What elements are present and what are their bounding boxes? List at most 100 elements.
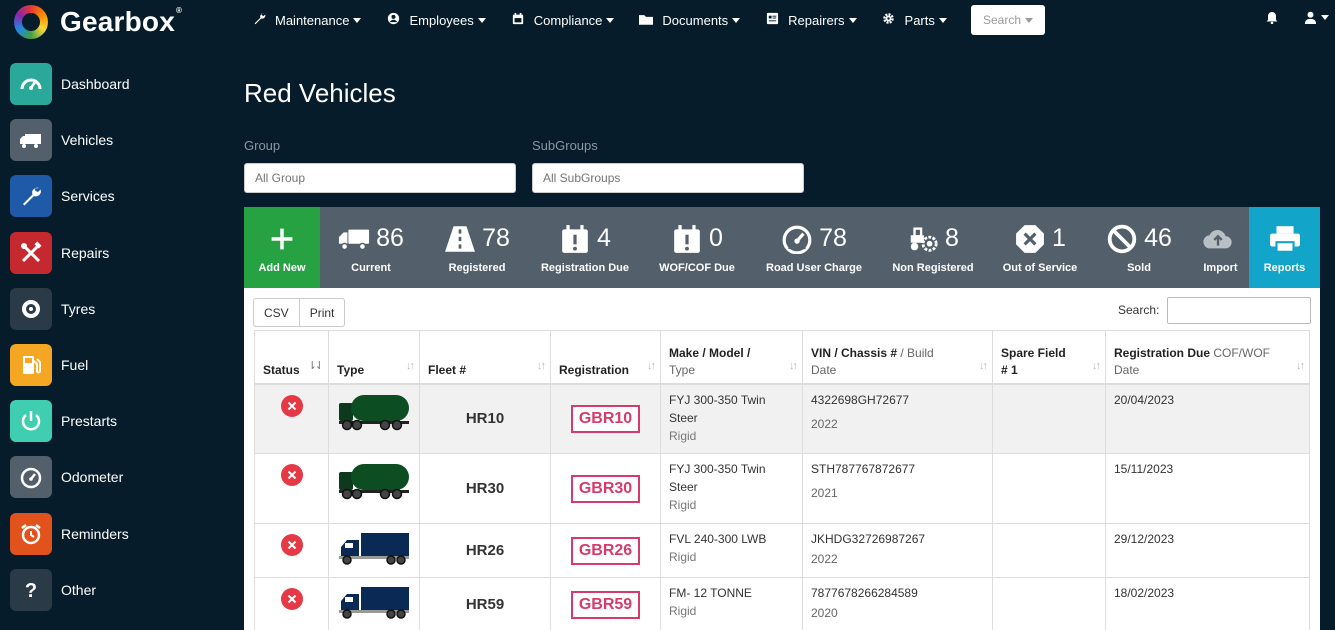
col-spare-field[interactable]: Spare Field # 1 ↓↑ [992, 330, 1106, 385]
wrench-icon [252, 12, 266, 28]
table-row[interactable]: HR30 GBR30 FYJ 300-350 Twin Steer Rigid S… [254, 453, 1310, 524]
road-icon [445, 225, 476, 252]
sidebar-item-vehicles[interactable]: Vehicles [10, 112, 210, 168]
wrench-icon [10, 175, 52, 218]
nav-employees[interactable]: Employees [386, 12, 486, 28]
stat-registered[interactable]: 78 Registered [422, 207, 532, 288]
sidebar-item-fuel[interactable]: Fuel [10, 337, 210, 393]
stat-non-registered[interactable]: 8 Non Registered [872, 207, 994, 288]
table-search-input[interactable] [1167, 297, 1311, 324]
chevron-down-icon [848, 17, 857, 23]
registration-plate[interactable]: GBR10 [570, 404, 641, 433]
box-truck-icon [339, 587, 409, 619]
nav-maintenance[interactable]: Maintenance [252, 12, 362, 28]
tractor-icon [910, 226, 938, 252]
out-of-service-status-icon [280, 588, 303, 610]
chevron-down-icon [477, 17, 486, 23]
sidebar-item-prestarts[interactable]: Prestarts [10, 393, 210, 449]
gauge-icon [10, 456, 52, 499]
out-of-service-status-icon [280, 534, 303, 556]
sort-icon: ↓↑ [1092, 359, 1101, 372]
reports-button[interactable]: Reports [1249, 207, 1320, 288]
power-icon [10, 400, 52, 443]
table-row[interactable]: HR59 GBR59 FM- 12 TONNE Rigid 78776782662… [254, 577, 1310, 630]
fuel-pump-icon [10, 344, 52, 387]
user-circle-icon [386, 12, 400, 28]
sort-icon: ↓↑ [1296, 359, 1305, 372]
col-make-model[interactable]: Make / Model / Type ↓↑ [660, 330, 803, 385]
fleet-number: HR26 [419, 523, 551, 578]
nav-compliance[interactable]: Compliance [511, 12, 615, 28]
sidebar-item-repairs[interactable]: Repairs [10, 225, 210, 281]
table-header-row: Status ⇂⇃ Type ↓↑ Fleet # ↓↑ Registration ↓↑… [254, 330, 1310, 385]
calendar-alert-icon [562, 224, 588, 253]
stat-wof-cof-due[interactable]: 0 WOF/COF Due [638, 207, 756, 288]
group-select[interactable] [244, 163, 516, 193]
fleet-number: HR59 [419, 577, 551, 630]
main-nav: Maintenance Employees Compliance Documen… [252, 0, 972, 40]
ban-icon [1107, 224, 1137, 253]
stat-sold[interactable]: 46 Sold [1086, 207, 1192, 288]
question-icon: ? [10, 568, 52, 611]
col-status[interactable]: Status ⇂⇃ [254, 330, 329, 385]
fleet-number: HR30 [419, 453, 551, 524]
subgroups-select[interactable] [532, 163, 804, 193]
printer-icon [1269, 225, 1300, 253]
add-new-button[interactable]: Add New [244, 207, 320, 288]
page-title: Red Vehicles [244, 78, 396, 108]
app-name: Gearbox [60, 6, 175, 37]
table-row[interactable]: HR26 GBR26 FVL 240-300 LWB Rigid JKHDG327… [254, 523, 1310, 578]
truck-icon [10, 119, 52, 162]
sidebar-item-odometer[interactable]: Odometer [10, 449, 210, 505]
stat-registration-due[interactable]: 4 Registration Due [532, 207, 638, 288]
nav-documents[interactable]: Documents [639, 13, 741, 28]
sort-icon: ↓↑ [537, 359, 546, 372]
col-registration[interactable]: Registration ↓↑ [550, 330, 661, 385]
svg-text:?: ? [25, 580, 37, 602]
calendar-icon [511, 12, 525, 28]
stat-current[interactable]: 86 Current [320, 207, 422, 288]
bell-icon[interactable] [1266, 11, 1280, 25]
print-button[interactable]: Print [299, 298, 346, 327]
sidebar-item-tyres[interactable]: Tyres [10, 281, 210, 337]
col-vin[interactable]: VIN / Chassis # / Build Date ↓↑ [802, 330, 993, 385]
nav-repairers[interactable]: Repairers [765, 12, 857, 28]
plus-icon [271, 228, 293, 249]
sidebar-item-other[interactable]: ? Other [10, 562, 210, 618]
table-row[interactable]: HR10 GBR10 FYJ 300-350 Twin Steer Rigid 4… [254, 383, 1310, 454]
stat-road-user-charge[interactable]: 78 Road User Charge [756, 207, 872, 288]
sidebar-item-services[interactable]: Services [10, 168, 210, 224]
registration-plate[interactable]: GBR59 [570, 590, 641, 619]
sort-icon: ↓↑ [406, 359, 415, 372]
app-logo[interactable]: Gearbox® [14, 5, 182, 39]
csv-button[interactable]: CSV [253, 298, 300, 327]
registration-plate[interactable]: GBR30 [570, 474, 641, 503]
stat-out-of-service[interactable]: 1 Out of Service [994, 207, 1086, 288]
chevron-down-icon [1321, 15, 1329, 20]
col-type[interactable]: Type ↓↑ [328, 330, 420, 385]
truck-icon [339, 229, 370, 250]
folder-icon [639, 13, 654, 28]
col-fleet[interactable]: Fleet # ↓↑ [419, 330, 551, 385]
stat-import[interactable]: Import [1192, 207, 1249, 288]
global-search-dropdown[interactable]: Search [971, 5, 1045, 35]
user-menu[interactable] [1304, 11, 1329, 24]
sort-icon: ↓↑ [647, 359, 656, 372]
registration-plate[interactable]: GBR26 [570, 536, 641, 565]
sort-desc-icon: ⇂⇃ [307, 359, 325, 372]
vehicles-table: Status ⇂⇃ Type ↓↑ Fleet # ↓↑ Registration ↓↑… [254, 330, 1310, 630]
sort-icon: ↓↑ [979, 359, 988, 372]
tanker-icon [339, 394, 409, 430]
alarm-clock-icon [10, 512, 52, 555]
col-registration-due[interactable]: Registration Due COF/WOF Date ↓↑ [1105, 330, 1310, 385]
chevron-down-icon [1025, 17, 1034, 23]
out-of-service-status-icon [280, 394, 303, 417]
sidebar-item-dashboard[interactable]: Dashboard [10, 56, 210, 112]
nav-parts[interactable]: Parts [882, 12, 947, 28]
sidebar-item-reminders[interactable]: Reminders [10, 506, 210, 562]
gear-icon [882, 12, 896, 28]
gearbox-logo-icon [14, 5, 48, 39]
stats-bar: Add New 86 Current 78 Registered 4 Regis… [244, 207, 1320, 288]
cloud-upload-icon [1202, 229, 1232, 248]
tools-icon [10, 231, 52, 274]
